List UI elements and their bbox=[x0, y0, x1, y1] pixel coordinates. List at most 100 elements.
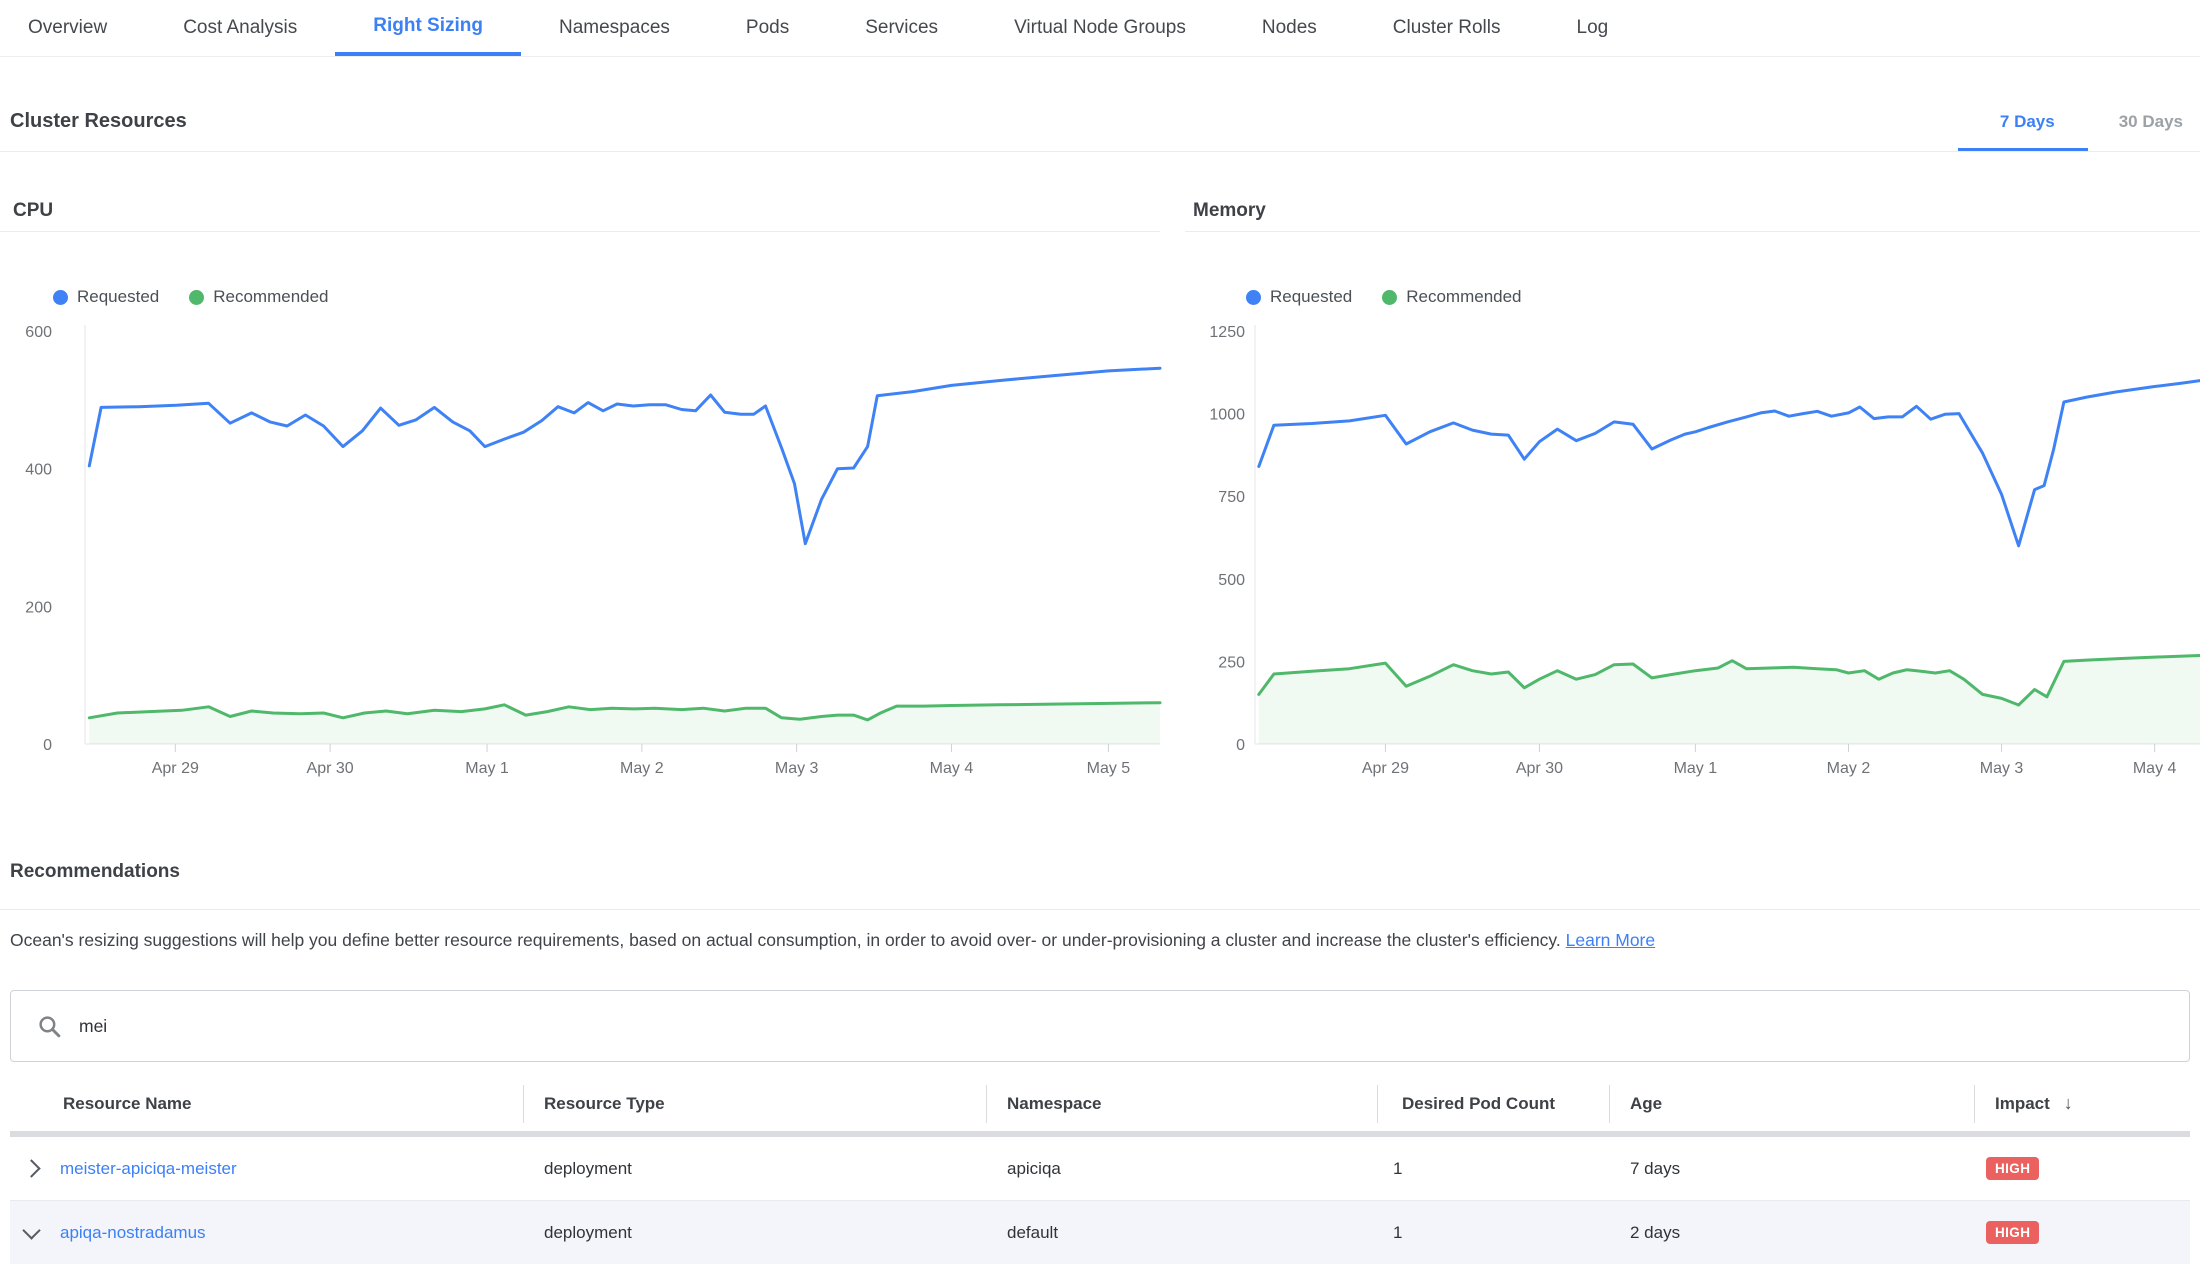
requested-line bbox=[1259, 381, 2200, 546]
column-header-impact[interactable]: Impact ↓ bbox=[1974, 1085, 2190, 1123]
tab-pods[interactable]: Pods bbox=[708, 0, 827, 56]
age-cell: 2 days bbox=[1609, 1223, 1974, 1243]
recommendations-description-text: Ocean's resizing suggestions will help y… bbox=[10, 930, 1561, 950]
x-tick-label: Apr 29 bbox=[152, 760, 199, 777]
legend-recommended-label: Recommended bbox=[213, 287, 328, 307]
namespace-cell: apiciqa bbox=[986, 1159, 1377, 1179]
memory-chart-plot: 125010007505002500Apr 29Apr 30May 1May 2… bbox=[1185, 320, 2200, 795]
legend-recommended-label: Recommended bbox=[1406, 287, 1521, 307]
column-header-namespace[interactable]: Namespace bbox=[986, 1085, 1377, 1123]
y-tick-label: 1000 bbox=[1209, 407, 1245, 424]
impact-badge: HIGH bbox=[1986, 1157, 2039, 1180]
resource-type-cell: deployment bbox=[523, 1223, 986, 1243]
impact-badge: HIGH bbox=[1986, 1221, 2039, 1244]
y-tick-label: 200 bbox=[25, 599, 52, 616]
column-header-resource-type[interactable]: Resource Type bbox=[523, 1085, 986, 1123]
chevron-right-icon[interactable] bbox=[22, 1159, 40, 1177]
legend-requested[interactable]: Requested bbox=[1246, 287, 1352, 307]
y-tick-label: 500 bbox=[1218, 572, 1245, 589]
x-tick-label: Apr 30 bbox=[307, 760, 354, 777]
resource-type-cell: deployment bbox=[523, 1159, 986, 1179]
x-tick-label: May 3 bbox=[775, 760, 819, 777]
requested-dot-icon bbox=[53, 290, 68, 305]
namespace-cell: default bbox=[986, 1223, 1377, 1243]
desired-pod-count-cell: 1 bbox=[1377, 1159, 1609, 1179]
column-header-age[interactable]: Age bbox=[1609, 1085, 1974, 1123]
column-header-label: Namespace bbox=[1007, 1094, 1102, 1114]
tab-virtual-node-groups[interactable]: Virtual Node Groups bbox=[976, 0, 1224, 56]
y-tick-label: 600 bbox=[25, 324, 52, 341]
requested-dot-icon bbox=[1246, 290, 1261, 305]
x-tick-label: May 4 bbox=[2133, 760, 2177, 777]
legend-requested-label: Requested bbox=[1270, 287, 1352, 307]
recommendations-description: Ocean's resizing suggestions will help y… bbox=[10, 930, 1655, 951]
memory-title-divider bbox=[1185, 231, 2200, 232]
x-tick-label: May 1 bbox=[1674, 760, 1718, 777]
cpu-chart-legend: Requested Recommended bbox=[53, 287, 329, 307]
search-input[interactable] bbox=[77, 1015, 2189, 1038]
section-divider bbox=[0, 151, 2200, 152]
resource-name-link[interactable]: meister-apiciqa-meister bbox=[60, 1159, 237, 1179]
column-header-label: Resource Type bbox=[544, 1094, 665, 1114]
impact-cell: HIGH bbox=[1974, 1221, 2190, 1244]
x-tick-label: Apr 30 bbox=[1516, 760, 1563, 777]
column-header-label: Desired Pod Count bbox=[1402, 1094, 1555, 1114]
y-tick-label: 750 bbox=[1218, 489, 1245, 506]
column-header-resource-name[interactable]: Resource Name bbox=[10, 1085, 523, 1123]
column-header-label: Age bbox=[1630, 1094, 1662, 1114]
column-header-desired-pod-count[interactable]: Desired Pod Count bbox=[1377, 1085, 1609, 1123]
learn-more-link[interactable]: Learn More bbox=[1566, 930, 1656, 950]
x-tick-label: May 2 bbox=[620, 760, 664, 777]
recommendations-divider bbox=[0, 909, 2200, 910]
cpu-title-divider bbox=[0, 231, 1160, 232]
x-tick-label: May 5 bbox=[1087, 760, 1131, 777]
range-tab-7-days[interactable]: 7 Days bbox=[2000, 112, 2055, 132]
tab-cost-analysis[interactable]: Cost Analysis bbox=[145, 0, 335, 56]
y-tick-label: 1250 bbox=[1209, 324, 1245, 341]
chevron-down-icon[interactable] bbox=[22, 1221, 40, 1239]
resource-name-cell: meister-apiciqa-meister bbox=[10, 1159, 523, 1179]
memory-chart-legend: Requested Recommended bbox=[1246, 287, 1522, 307]
legend-recommended[interactable]: Recommended bbox=[189, 287, 328, 307]
page-title: Cluster Resources bbox=[10, 110, 187, 133]
x-tick-label: Apr 29 bbox=[1362, 760, 1409, 777]
sort-descending-icon[interactable]: ↓ bbox=[2064, 1093, 2073, 1114]
legend-requested[interactable]: Requested bbox=[53, 287, 159, 307]
legend-requested-label: Requested bbox=[77, 287, 159, 307]
y-tick-label: 400 bbox=[25, 462, 52, 479]
search-box[interactable] bbox=[10, 990, 2190, 1062]
tab-nodes[interactable]: Nodes bbox=[1224, 0, 1355, 56]
tab-services[interactable]: Services bbox=[827, 0, 976, 56]
memory-chart-canvas: 125010007505002500Apr 29Apr 30May 1May 2… bbox=[1185, 320, 2200, 795]
cpu-chart-canvas: 6004002000Apr 29Apr 30May 1May 2May 3May… bbox=[0, 320, 1170, 795]
table-header-row: Resource Name Resource Type Namespace Desir… bbox=[10, 1076, 2190, 1131]
table-row[interactable]: apiqa-nostradamus deploymentdefault12 day… bbox=[10, 1200, 2190, 1264]
column-header-label: Impact bbox=[1995, 1094, 2050, 1114]
y-tick-label: 0 bbox=[43, 737, 52, 754]
cpu-chart-plot: 6004002000Apr 29Apr 30May 1May 2May 3May… bbox=[0, 320, 1170, 795]
table-row[interactable]: meister-apiciqa-meister deploymentapiciqa… bbox=[10, 1137, 2190, 1200]
main-tabbar: OverviewCost AnalysisRight SizingNamespa… bbox=[0, 0, 2200, 57]
resource-name-link[interactable]: apiqa-nostradamus bbox=[60, 1223, 206, 1243]
recommended-dot-icon bbox=[1382, 290, 1397, 305]
recommendations-table: Resource Name Resource Type Namespace Desir… bbox=[10, 1076, 2190, 1264]
tab-namespaces[interactable]: Namespaces bbox=[521, 0, 708, 56]
resource-name-cell: apiqa-nostradamus bbox=[10, 1223, 523, 1243]
cpu-chart-title: CPU bbox=[13, 200, 53, 222]
x-tick-label: May 3 bbox=[1980, 760, 2024, 777]
x-tick-label: May 2 bbox=[1827, 760, 1871, 777]
tab-overview[interactable]: Overview bbox=[0, 0, 145, 56]
legend-recommended[interactable]: Recommended bbox=[1382, 287, 1521, 307]
desired-pod-count-cell: 1 bbox=[1377, 1223, 1609, 1243]
range-tab-30-days[interactable]: 30 Days bbox=[2119, 112, 2183, 132]
tab-cluster-rolls[interactable]: Cluster Rolls bbox=[1355, 0, 1539, 56]
requested-line bbox=[89, 368, 1160, 544]
search-icon bbox=[37, 1014, 62, 1039]
table-body: meister-apiciqa-meisterdeploymentapiciqa… bbox=[10, 1137, 2190, 1264]
tab-log[interactable]: Log bbox=[1539, 0, 1647, 56]
impact-cell: HIGH bbox=[1974, 1157, 2190, 1180]
x-tick-label: May 4 bbox=[930, 760, 974, 777]
recommended-dot-icon bbox=[189, 290, 204, 305]
memory-chart-title: Memory bbox=[1193, 200, 1266, 222]
tab-right-sizing[interactable]: Right Sizing bbox=[335, 0, 521, 56]
